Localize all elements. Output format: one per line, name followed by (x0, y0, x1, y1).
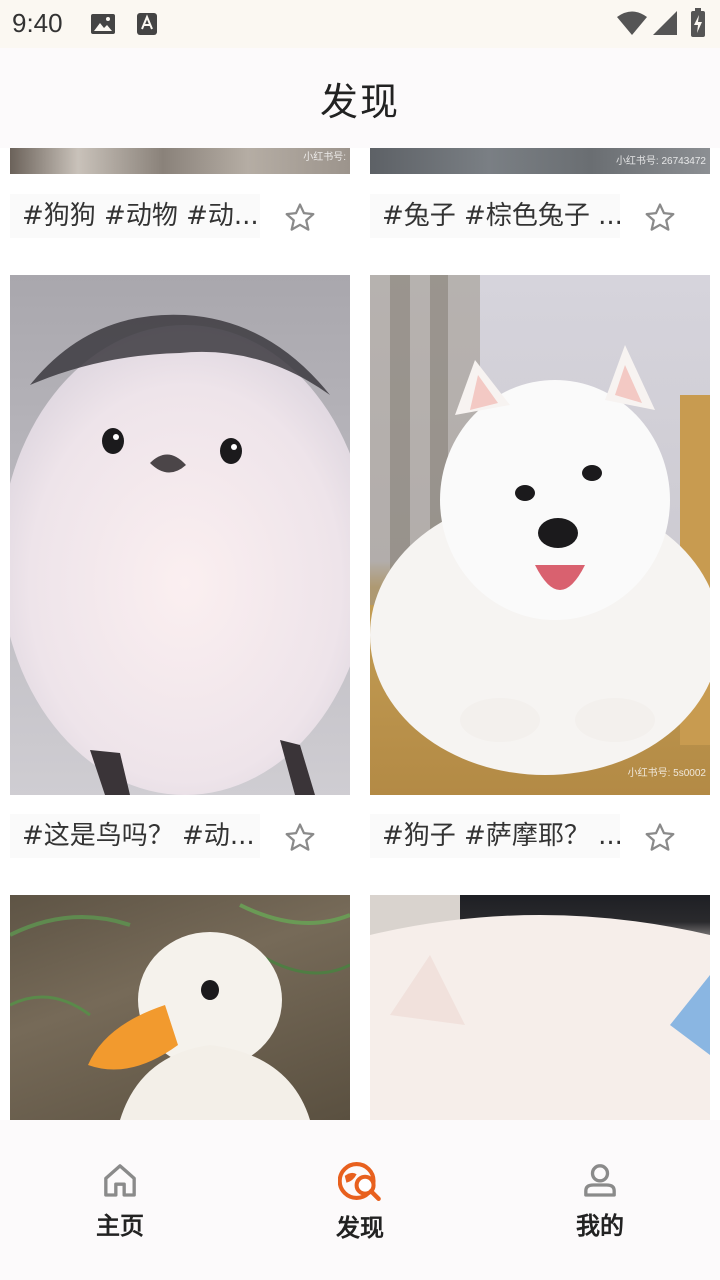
post-caption[interactable]: #狗子 #萨摩耶？ ... (370, 814, 620, 858)
bottom-navigation: 主页 发现 我的 (0, 1120, 720, 1280)
bird-illustration (10, 314, 350, 795)
status-time: 9:40 (12, 8, 63, 38)
watermark: 小红书号: 26743472 (615, 156, 706, 167)
star-icon[interactable] (640, 818, 680, 858)
post-caption[interactable]: #这是鸟吗？ #动... (10, 814, 260, 858)
profile-icon (584, 1164, 616, 1197)
nav-item-profile[interactable]: 我的 (540, 1160, 660, 1250)
discover-icon (338, 1162, 381, 1201)
star-icon[interactable] (280, 198, 320, 238)
gallery-icon (90, 12, 116, 40)
page-title: 发现 (319, 79, 400, 124)
battery-charging-icon (690, 8, 706, 42)
cat-illustration (370, 895, 710, 1120)
post-image-cat[interactable] (370, 895, 710, 1120)
font-badge-icon (136, 12, 158, 40)
nav-item-discover[interactable]: 发现 (300, 1160, 420, 1250)
nav-label: 我的 (576, 1212, 624, 1240)
nav-item-home[interactable]: 主页 (60, 1160, 180, 1250)
post-caption[interactable]: #狗狗 #动物 #动... (10, 194, 260, 238)
post-image-rabbit[interactable]: 小红书号: 26743472 (370, 148, 710, 174)
wifi-icon (616, 10, 648, 40)
nav-label: 发现 (336, 1214, 384, 1242)
watermark: 小红书号: 5s0002 (627, 768, 706, 779)
post-image-samoyed[interactable]: 小红书号: 5s0002 (370, 275, 710, 795)
post-caption[interactable]: #兔子 #棕色兔子 ... (370, 194, 620, 238)
status-bar: 9:40 (0, 0, 720, 48)
post-image-dog[interactable]: 小红书号: (10, 148, 350, 174)
home-icon (104, 1164, 136, 1197)
discover-feed[interactable]: 小红书号: 小红书号: 26743472 #狗狗 #动物 #动... #兔子 #… (0, 148, 720, 1120)
app-header: 发现 (0, 48, 720, 148)
post-image-bird[interactable] (10, 275, 350, 795)
samoyed-illustration (370, 275, 710, 775)
watermark: 小红书号: (303, 152, 346, 163)
star-icon[interactable] (280, 818, 320, 858)
star-icon[interactable] (640, 198, 680, 238)
signal-icon (652, 10, 678, 40)
duck-illustration (10, 903, 350, 1120)
nav-label: 主页 (96, 1212, 144, 1240)
post-image-duck[interactable] (10, 895, 350, 1120)
